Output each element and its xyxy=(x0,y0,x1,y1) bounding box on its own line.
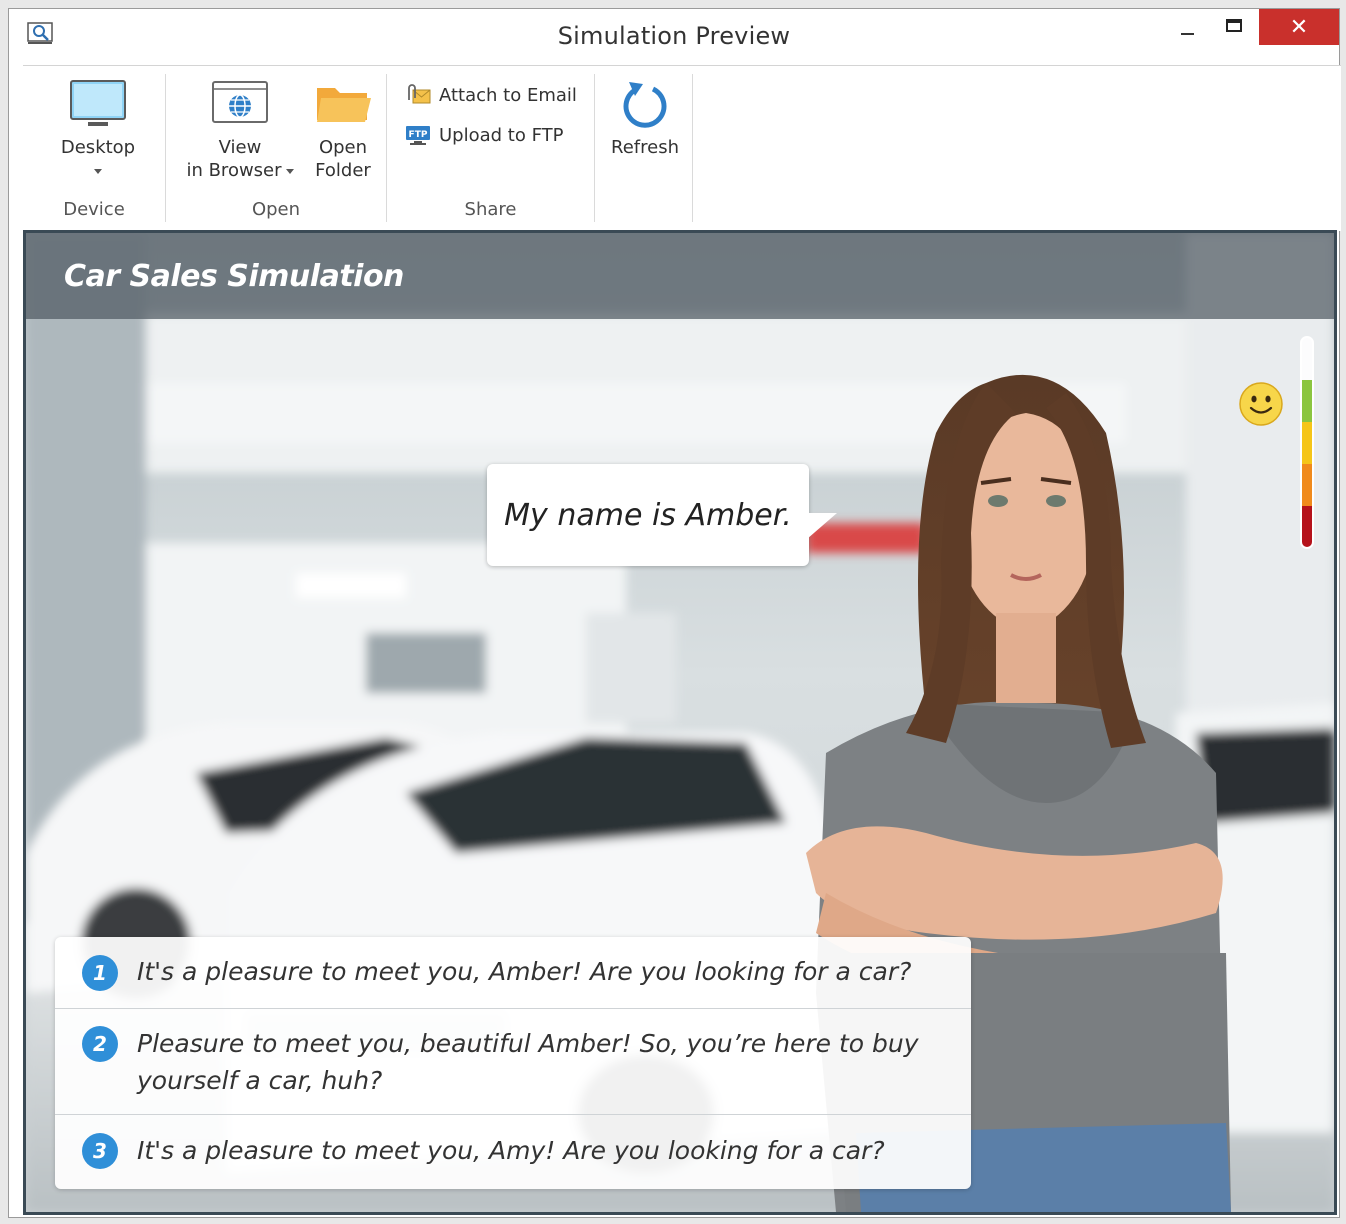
choice-option-2[interactable]: 2 Pleasure to meet you, beautiful Amber!… xyxy=(55,1009,971,1115)
view-in-browser-button[interactable]: View in Browser xyxy=(180,78,300,182)
choice-number-badge: 2 xyxy=(82,1026,118,1062)
attach-to-email-button[interactable]: Attach to Email xyxy=(405,84,577,106)
speech-text: My name is Amber. xyxy=(504,498,792,533)
upload-to-ftp-label: Upload to FTP xyxy=(439,124,564,146)
open-folder-button[interactable]: Open Folder xyxy=(308,78,378,182)
mood-meter xyxy=(1300,336,1314,549)
view-label-line1: View xyxy=(218,137,262,158)
choice-text: It's a pleasure to meet you, Amber! Are … xyxy=(137,957,912,986)
window-title: Simulation Preview xyxy=(557,22,791,50)
ribbon-group-refresh: Refresh xyxy=(595,74,693,222)
simulation-title: Car Sales Simulation xyxy=(64,259,404,294)
desktop-device-button[interactable]: Desktop xyxy=(43,78,153,182)
ribbon-group-device: Desktop Device xyxy=(23,74,166,222)
chevron-down-icon xyxy=(94,168,102,174)
attach-to-email-label: Attach to Email xyxy=(439,84,577,106)
speech-bubble-tail xyxy=(807,513,837,539)
choice-text: Pleasure to meet you, beautiful Amber! S… xyxy=(137,1029,919,1095)
choice-option-1[interactable]: 1 It's a pleasure to meet you, Amber! Ar… xyxy=(55,937,971,1009)
svg-text:FTP: FTP xyxy=(409,130,428,140)
maximize-button[interactable] xyxy=(1214,9,1254,45)
ribbon-toolbar: Desktop Device View in Browser Open Fold… xyxy=(23,65,1341,231)
device-group-label: Device xyxy=(63,199,125,220)
choice-option-3[interactable]: 3 It's a pleasure to meet you, Amy! Are … xyxy=(55,1115,971,1189)
choice-number-badge: 1 xyxy=(82,955,118,991)
refresh-label: Refresh xyxy=(611,137,679,158)
view-label-line2: in Browser xyxy=(186,160,282,181)
mood-meter-segment-3 xyxy=(1302,464,1312,506)
open-folder-label-line2: Folder xyxy=(315,160,371,181)
choice-number-badge: 3 xyxy=(82,1133,118,1169)
open-folder-label-line1: Open xyxy=(318,137,368,158)
smiley-face-icon xyxy=(1239,382,1283,426)
response-choices-panel: 1 It's a pleasure to meet you, Amber! Ar… xyxy=(55,937,971,1189)
desktop-monitor-icon xyxy=(70,80,126,126)
simulation-stage: Car Sales Simulation My name is Amber. 1… xyxy=(23,230,1337,1215)
ftp-icon: FTP xyxy=(406,126,430,145)
close-button[interactable]: ✕ xyxy=(1259,9,1339,45)
folder-icon xyxy=(317,88,371,122)
mood-meter-segment-2 xyxy=(1302,422,1312,464)
minimize-button[interactable] xyxy=(1169,9,1205,45)
chevron-down-icon xyxy=(285,168,294,174)
minimize-icon xyxy=(1180,33,1194,35)
desktop-label: Desktop xyxy=(60,137,136,158)
paperclip-email-icon xyxy=(408,84,431,104)
ribbon-group-share: Attach to Email FTP Upload to FTP Share xyxy=(387,74,595,222)
refresh-icon xyxy=(623,82,667,128)
ribbon-group-open: View in Browser Open Folder Open xyxy=(166,74,387,222)
mood-meter-segment-1 xyxy=(1302,380,1312,422)
simulation-preview-window: Simulation Preview ✕ Desktop Device View… xyxy=(8,8,1341,1218)
maximize-icon xyxy=(1226,18,1242,32)
upload-to-ftp-button[interactable]: FTP Upload to FTP xyxy=(405,124,563,146)
speech-bubble: My name is Amber. xyxy=(487,464,809,566)
choice-text: It's a pleasure to meet you, Amy! Are yo… xyxy=(137,1136,885,1165)
title-bar: Simulation Preview ✕ xyxy=(9,9,1339,63)
close-icon: ✕ xyxy=(1289,14,1309,40)
refresh-button[interactable]: Refresh xyxy=(603,78,687,159)
open-group-label: Open xyxy=(251,199,301,220)
mood-meter-segment-4 xyxy=(1302,506,1312,547)
share-group-label: Share xyxy=(464,199,517,220)
browser-globe-icon xyxy=(212,81,268,123)
